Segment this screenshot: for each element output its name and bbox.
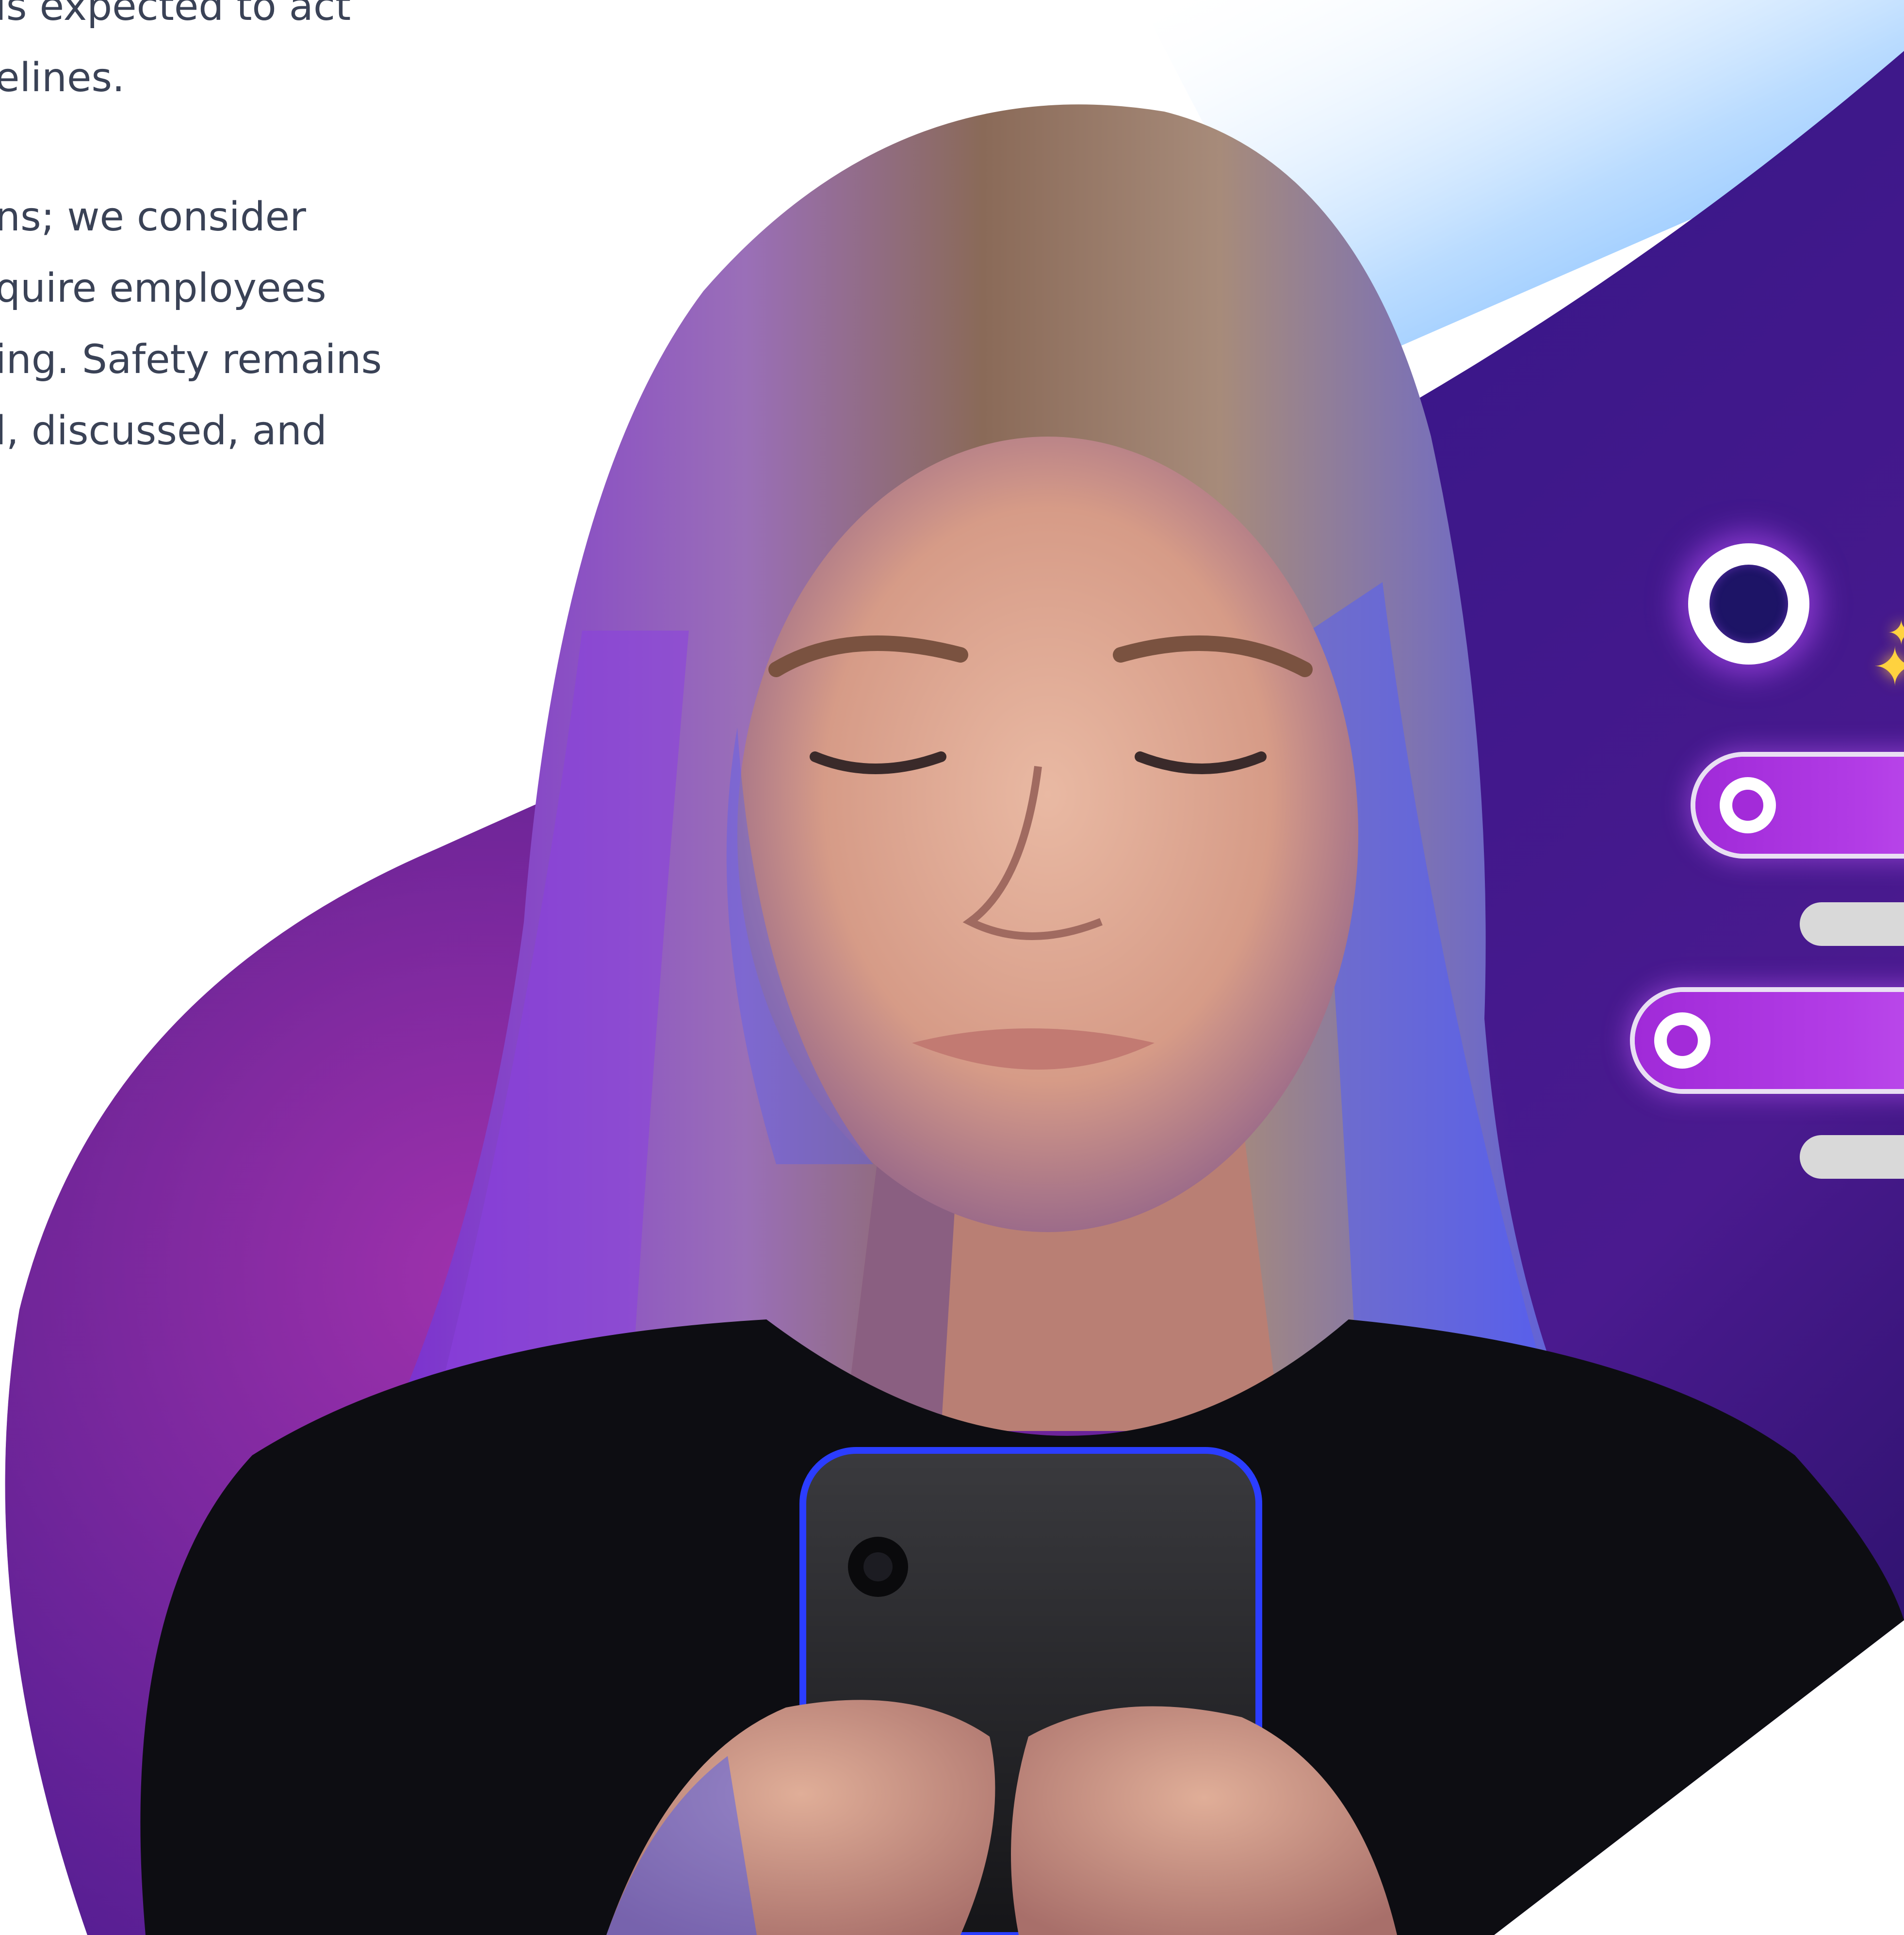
sparkle-icon: ✦ [1872, 636, 1904, 698]
body-line: elines. [0, 55, 125, 101]
body-text: is expected to act elines. ns; we consid… [0, 0, 383, 467]
body-line: ns; we consider [0, 194, 306, 240]
body-line: is expected to act [0, 0, 351, 30]
body-line: l, discussed, and [0, 408, 327, 454]
body-line: ing. Safety remains [0, 337, 382, 383]
ring-icon [1688, 543, 1809, 665]
toggle-dot-icon [1654, 1012, 1710, 1069]
body-line: quire employees [0, 265, 326, 311]
option-pill [1635, 992, 1904, 1089]
placeholder-bar [1800, 1135, 1904, 1179]
floating-ui-card: ✦ ✦ [1615, 524, 1904, 1213]
page: is expected to act elines. ns; we consid… [0, 0, 1904, 1935]
placeholder-bar [1800, 902, 1904, 946]
toggle-dot-icon [1720, 777, 1776, 833]
option-pill [1695, 757, 1904, 854]
